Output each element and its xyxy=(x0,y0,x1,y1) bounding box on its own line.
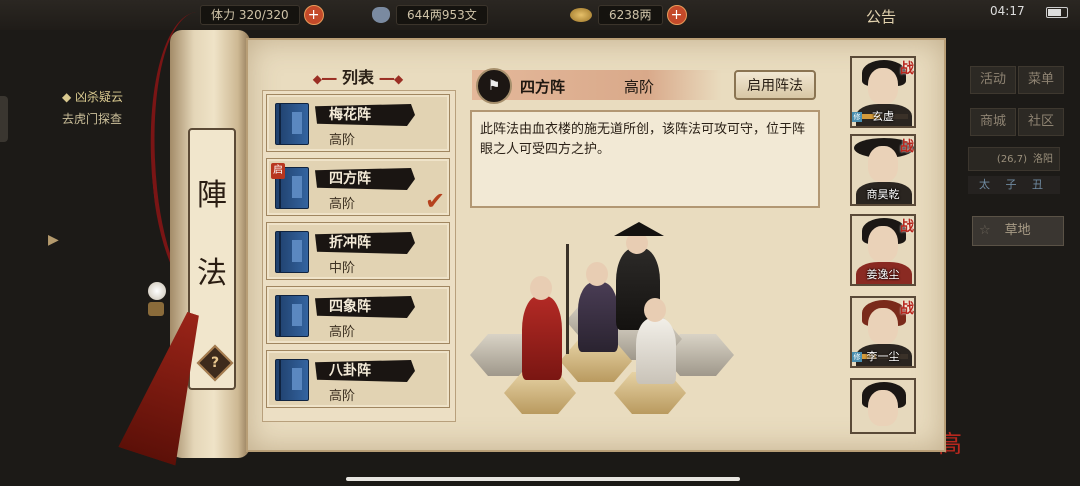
formation-name: 四象阵 xyxy=(315,296,415,318)
menu-activity[interactable]: 活动 xyxy=(970,66,1016,94)
formation-item-zhechong[interactable]: 折冲阵 中阶 xyxy=(266,222,450,280)
party-member-2[interactable]: 战 商昊乾 xyxy=(850,134,916,206)
formation-grade: 中阶 xyxy=(329,261,356,276)
in-battle-badge: 战 xyxy=(900,61,914,77)
in-battle-badge: 战 xyxy=(900,139,914,155)
time-of-day: 太 子 丑 xyxy=(968,176,1060,194)
menu-shop[interactable]: 商城 xyxy=(970,108,1016,136)
member-name: 商昊乾 xyxy=(866,188,900,201)
scroll-title-box: 陣 法 ? xyxy=(188,128,236,390)
staff xyxy=(566,244,569,354)
flag-icon: ⚑ xyxy=(476,68,512,104)
formation-item-bagua[interactable]: 八卦阵 高阶 xyxy=(266,350,450,408)
formation-description: 此阵法由血衣楼的施无道所创，该阵法可攻可守，位于阵眼之人可受四方之护。 xyxy=(470,110,820,208)
city-coords: (26,7) xyxy=(996,154,1027,165)
detail-name: 四方阵 xyxy=(520,78,566,96)
menu-community[interactable]: 社区 xyxy=(1018,108,1064,136)
top-hud: 体力 320/320 + 644两953文 6238两 + 公告 04:17 xyxy=(0,0,1080,30)
party-member-5[interactable] xyxy=(850,378,916,434)
city-name: 洛阳 xyxy=(1033,154,1053,165)
gold-display: 6238两 + xyxy=(570,5,687,25)
clock: 04:17 xyxy=(990,4,1025,18)
formation-item-sixiang[interactable]: 四象阵 高阶 xyxy=(266,286,450,344)
formation-name: 四方阵 xyxy=(315,168,415,190)
in-battle-badge: 战 xyxy=(900,301,914,317)
gold-value: 6238两 xyxy=(598,5,663,25)
jade-bead xyxy=(148,282,166,300)
tassel-cap xyxy=(148,302,164,316)
gold-icon xyxy=(570,8,592,22)
silver-value: 644两953文 xyxy=(396,5,488,25)
formation-name: 折冲阵 xyxy=(315,232,415,254)
manual-book-icon xyxy=(275,359,309,401)
formation-grade: 高阶 xyxy=(329,389,356,404)
menu-menu[interactable]: 菜单 xyxy=(1018,66,1064,94)
formation-grade: 高阶 xyxy=(329,197,356,212)
detail-grade: 高阶 xyxy=(624,78,655,96)
terrain-label: ☆ 草地 xyxy=(972,216,1064,246)
enable-formation-button[interactable]: 启用阵法 xyxy=(734,70,816,100)
formation-name: 梅花阵 xyxy=(315,104,415,126)
character-purple xyxy=(578,282,618,352)
battery-icon xyxy=(1046,7,1068,18)
notice-button[interactable]: 公告 xyxy=(866,6,896,27)
formation-name: 八卦阵 xyxy=(315,360,415,382)
expand-arrow-icon[interactable]: ▶ xyxy=(48,232,59,248)
selected-check-icon: ✔ xyxy=(425,187,446,215)
character-white xyxy=(636,318,676,384)
character-red xyxy=(522,296,562,380)
add-stamina-button[interactable]: + xyxy=(303,5,324,25)
member-name: 李一尘 xyxy=(866,350,900,363)
in-battle-badge: 战 xyxy=(900,219,914,235)
silver-icon xyxy=(372,7,390,23)
city-location[interactable]: 洛阳 (26,7) xyxy=(968,147,1060,171)
character-head xyxy=(530,276,552,300)
party-member-4[interactable]: 战 修 李一尘 xyxy=(850,296,916,368)
formation-item-meihua[interactable]: 梅花阵 高阶 xyxy=(266,94,450,152)
formation-grade: 高阶 xyxy=(329,133,356,148)
character-head xyxy=(586,262,608,286)
scroll-title-2: 法 xyxy=(197,256,227,291)
member-name: 玄虚 xyxy=(872,110,894,123)
party-member-3[interactable]: 战 姜逸尘 xyxy=(850,214,916,286)
home-indicator[interactable] xyxy=(346,477,740,481)
manual-book-icon xyxy=(275,231,309,273)
help-icon[interactable]: ? xyxy=(196,344,234,382)
silver-display: 644两953文 xyxy=(372,5,488,25)
party-member-1[interactable]: 战 修 玄虚 xyxy=(850,56,916,128)
add-gold-button[interactable]: + xyxy=(666,5,687,25)
formation-item-sifang[interactable]: 启 四方阵 高阶 ✔ xyxy=(266,158,450,216)
side-handle[interactable] xyxy=(0,96,8,142)
formation-grade: 高阶 xyxy=(329,325,356,340)
manual-book-icon xyxy=(275,295,309,337)
member-name: 姜逸尘 xyxy=(866,268,900,281)
scroll-title-1: 陣 xyxy=(197,178,227,213)
list-header: ◆━━ 列表 ━━◆ xyxy=(312,68,404,87)
star-icon: ☆ xyxy=(979,223,991,238)
character-head xyxy=(644,298,666,322)
active-badge: 启 xyxy=(271,163,285,179)
manual-book-icon xyxy=(275,103,309,145)
